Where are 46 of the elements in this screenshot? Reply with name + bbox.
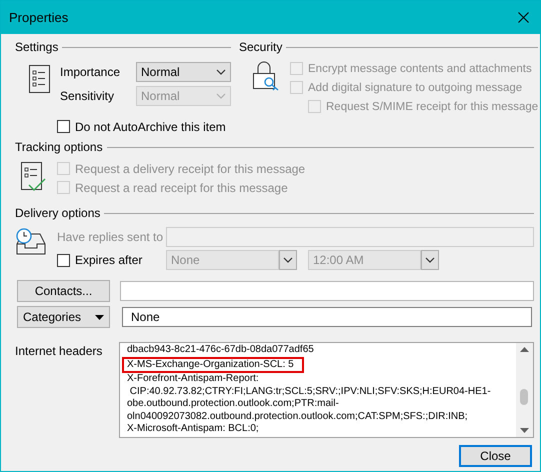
window-title: Properties xyxy=(9,10,68,25)
checkbox-label: Request a delivery receipt for this message xyxy=(75,162,306,176)
field-label: Have replies sent to xyxy=(57,230,164,244)
chevron-down-icon xyxy=(283,257,293,263)
chevron-down-icon xyxy=(216,69,226,75)
close-dialog-button[interactable]: Close xyxy=(459,445,532,467)
checkbox-label: Request a read receipt for this message xyxy=(75,180,288,194)
checkbox[interactable] xyxy=(57,254,70,266)
chevron-down-icon xyxy=(216,93,226,99)
dropdown-arrow-button[interactable] xyxy=(279,250,297,270)
header-line: oln040092073082.outbound.protection.outlook.com;CAT:SPM;SFS:;DIR:INB; xyxy=(127,410,468,423)
inbox-clock-icon xyxy=(15,228,47,256)
headers-textbox[interactable] xyxy=(119,342,534,438)
header-line: dbacb943-8c21-476c-67db-08da077adf65 xyxy=(127,344,314,356)
lock-key-icon xyxy=(252,61,280,91)
close-icon xyxy=(518,12,528,23)
checkbox-label: Add digital signature to outgoing message xyxy=(308,82,522,94)
checkbox-label: Expires after xyxy=(75,253,142,267)
header-line: CIP:40.92.73.82;CTRY:FI;LANG:tr;SCL:5;SRV:;IPV:NLI;SFV:SKS;H:EUR04-HE1- xyxy=(128,386,491,398)
contacts-field[interactable] xyxy=(120,281,534,301)
header-line: X-Microsoft-Antispam: BCL:0; xyxy=(127,423,259,436)
dropdown-arrow-button[interactable] xyxy=(421,250,439,270)
scrollbar[interactable] xyxy=(516,343,533,437)
categories-button[interactable]: Categories xyxy=(17,306,110,328)
scroll-up-icon xyxy=(520,347,529,352)
checkbox[interactable] xyxy=(57,120,70,133)
scroll-down-icon xyxy=(520,428,529,433)
group-heading: Delivery options xyxy=(15,206,100,220)
group-heading: Tracking options xyxy=(15,140,103,154)
checkbox-label: Request S/MIME receipt for this message xyxy=(326,100,538,112)
checklist-icon xyxy=(20,161,46,191)
field-label: Importance xyxy=(60,65,120,79)
checkbox-label: Encrypt message contents and attachments xyxy=(308,62,532,74)
scrollbar-thumb[interactable] xyxy=(520,389,528,405)
group-heading: Settings xyxy=(15,40,58,54)
checkbox-label: Do not AutoArchive this item xyxy=(75,120,226,134)
group-heading: Security xyxy=(239,40,282,54)
categories-field[interactable]: None xyxy=(122,307,532,327)
field-label: Internet headers xyxy=(15,344,102,358)
header-line: obe.outbound.protection.outlook.com;PTR:mail- xyxy=(127,398,339,410)
header-line: X-Forefront-Antispam-Report: xyxy=(127,373,259,386)
caret-icon xyxy=(95,314,104,320)
contacts-button[interactable]: Contacts... xyxy=(17,280,110,302)
field-label: Sensitivity xyxy=(60,89,114,103)
chevron-down-icon xyxy=(425,257,435,263)
dropdown[interactable]: Normal xyxy=(136,62,231,82)
